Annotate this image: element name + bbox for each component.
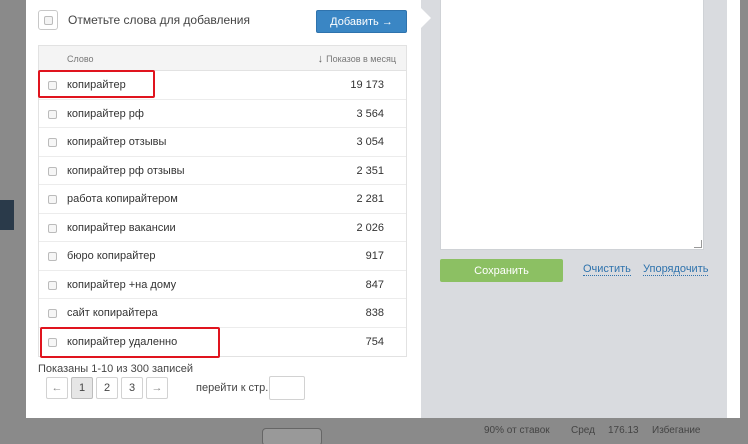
- row-count: 3 564: [356, 107, 384, 120]
- row-checkbox[interactable]: [48, 166, 57, 176]
- row-checkbox[interactable]: [48, 109, 57, 119]
- table-header: Слово ↓ Показов в месяц: [39, 46, 406, 71]
- column-header-shows[interactable]: ↓ Показов в месяц: [318, 53, 396, 65]
- row-count: 917: [365, 250, 384, 262]
- save-button[interactable]: Сохранить: [440, 259, 563, 282]
- select-all[interactable]: Отметьте слова для добавления: [38, 10, 250, 30]
- page-button-3[interactable]: 3: [121, 377, 143, 399]
- backdrop-right-strip: [740, 0, 748, 444]
- highlight-box: [38, 70, 155, 98]
- pagination: ← 1 2 3 →: [46, 377, 171, 399]
- row-count: 3 054: [356, 136, 384, 148]
- backdrop-pill: [262, 428, 322, 444]
- table-row[interactable]: копирайтер вакансии 2 026: [39, 214, 406, 242]
- page-button-1[interactable]: 1: [71, 377, 93, 399]
- row-word: копирайтер отзывы: [67, 136, 167, 148]
- selected-words-textarea[interactable]: [440, 0, 704, 250]
- sort-down-icon: ↓: [317, 53, 324, 65]
- row-count: 2 026: [356, 221, 384, 234]
- pager-info: Показаны 1-10 из 300 записей: [38, 363, 194, 375]
- row-word: копирайтер вакансии: [67, 221, 176, 234]
- backdrop-text: Сред: [571, 425, 595, 436]
- table-row[interactable]: копирайтер +на дому 847: [39, 271, 406, 299]
- page-button-2[interactable]: 2: [96, 377, 118, 399]
- table-row[interactable]: копирайтер отзывы 3 054: [39, 128, 406, 157]
- column-header-shows-label: Показов в месяц: [326, 54, 396, 64]
- row-checkbox[interactable]: [48, 195, 57, 204]
- row-word: работа копирайтером: [67, 193, 178, 205]
- selected-words-panel: Сохранить Очистить Упорядочить: [421, 0, 727, 418]
- add-words-modal: Отметьте слова для добавления Добавить →…: [26, 0, 740, 418]
- row-checkbox[interactable]: [48, 309, 57, 318]
- backdrop-text: Избегание: [652, 425, 701, 436]
- row-checkbox[interactable]: [48, 138, 57, 147]
- table-row[interactable]: бюро копирайтер 917: [39, 242, 406, 271]
- row-count: 2 351: [356, 164, 384, 177]
- column-header-word: Слово: [67, 54, 94, 64]
- select-all-checkbox[interactable]: [38, 10, 58, 30]
- highlight-box: [40, 327, 220, 358]
- row-word: копирайтер рф: [67, 107, 144, 120]
- row-word: копирайтер +на дому: [67, 278, 177, 291]
- backdrop-bottom-strip: 90% от ставок Сред 176.13 Избегание: [26, 418, 748, 444]
- resize-handle-icon[interactable]: [694, 240, 702, 248]
- goto-page-label: перейти к стр.: [196, 382, 269, 394]
- table-row[interactable]: копирайтер рф 3 564: [39, 100, 406, 128]
- row-word: сайт копирайтера: [67, 307, 158, 319]
- sort-link[interactable]: Упорядочить: [643, 263, 709, 276]
- row-checkbox[interactable]: [48, 280, 57, 290]
- row-checkbox[interactable]: [48, 252, 57, 261]
- prev-page-button[interactable]: ←: [46, 377, 68, 399]
- row-count: 754: [365, 335, 384, 348]
- row-count: 838: [365, 307, 384, 319]
- goto-page-input[interactable]: [269, 376, 305, 400]
- table-row[interactable]: копирайтер рф отзывы 2 351: [39, 157, 406, 185]
- next-page-button[interactable]: →: [146, 377, 168, 399]
- row-count: 847: [365, 278, 384, 291]
- add-button[interactable]: Добавить →: [316, 10, 407, 33]
- panel-pointer: [421, 8, 431, 28]
- backdrop-text: 176.13: [608, 425, 639, 436]
- select-all-label: Отметьте слова для добавления: [68, 13, 250, 27]
- clear-link[interactable]: Очистить: [583, 263, 631, 276]
- row-word: бюро копирайтер: [67, 250, 156, 262]
- row-count: 2 281: [356, 193, 384, 205]
- table-row[interactable]: сайт копирайтера 838: [39, 299, 406, 328]
- backdrop-text: 90% от ставок: [484, 425, 550, 436]
- backdrop-dark-block: [0, 200, 14, 230]
- backdrop-left-strip: [0, 0, 26, 444]
- row-count: 19 173: [350, 79, 384, 91]
- row-checkbox[interactable]: [48, 223, 57, 233]
- table-row[interactable]: работа копирайтером 2 281: [39, 185, 406, 214]
- row-word: копирайтер рф отзывы: [67, 164, 185, 177]
